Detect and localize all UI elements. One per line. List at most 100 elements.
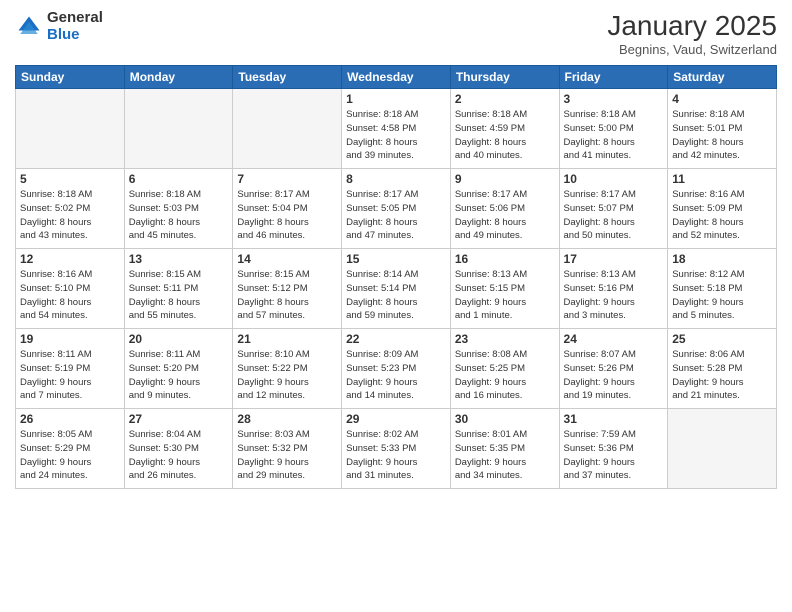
days-header-row: SundayMondayTuesdayWednesdayThursdayFrid… — [16, 66, 777, 89]
day-info: Sunrise: 8:02 AM Sunset: 5:33 PM Dayligh… — [346, 428, 446, 483]
day-info: Sunrise: 8:18 AM Sunset: 5:03 PM Dayligh… — [129, 188, 229, 243]
day-number: 3 — [564, 92, 664, 106]
calendar-cell: 29 Sunrise: 8:02 AM Sunset: 5:33 PM Dayli… — [342, 409, 451, 489]
day-of-week-header: Tuesday — [233, 66, 342, 89]
day-info: Sunrise: 8:06 AM Sunset: 5:28 PM Dayligh… — [672, 348, 772, 403]
calendar-cell: 4Sunrise: 8:18 AM Sunset: 5:01 PM Daylig… — [668, 89, 777, 169]
calendar-week-row: 12Sunrise: 8:16 AM Sunset: 5:10 PM Dayli… — [16, 249, 777, 329]
day-info: Sunrise: 8:18 AM Sunset: 4:58 PM Dayligh… — [346, 108, 446, 163]
calendar-cell: 24Sunrise: 8:07 AM Sunset: 5:26 PM Dayli… — [559, 329, 668, 409]
logo-general: General — [47, 9, 103, 26]
calendar-cell: 1Sunrise: 8:18 AM Sunset: 4:58 PM Daylig… — [342, 89, 451, 169]
day-number: 10 — [564, 172, 664, 186]
calendar-cell: 15Sunrise: 8:14 AM Sunset: 5:14 PM Dayli… — [342, 249, 451, 329]
day-number: 8 — [346, 172, 446, 186]
day-info: Sunrise: 8:13 AM Sunset: 5:16 PM Dayligh… — [564, 268, 664, 323]
page: General Blue January 2025 Begnins, Vaud,… — [0, 0, 792, 612]
day-number: 11 — [672, 172, 772, 186]
day-number: 18 — [672, 252, 772, 266]
day-number: 19 — [20, 332, 120, 346]
calendar-cell: 22 Sunrise: 8:09 AM Sunset: 5:23 PM Dayli… — [342, 329, 451, 409]
calendar-cell: 6 Sunrise: 8:18 AM Sunset: 5:03 PM Daylig… — [124, 169, 233, 249]
day-number: 6 — [129, 172, 229, 186]
day-number: 9 — [455, 172, 555, 186]
day-info: Sunrise: 8:17 AM Sunset: 5:05 PM Dayligh… — [346, 188, 446, 243]
day-number: 16 — [455, 252, 555, 266]
day-number: 22 — [346, 332, 446, 346]
day-info: Sunrise: 8:17 AM Sunset: 5:06 PM Dayligh… — [455, 188, 555, 243]
day-number: 29 — [346, 412, 446, 426]
calendar-cell: 30 Sunrise: 8:01 AM Sunset: 5:35 PM Dayli… — [450, 409, 559, 489]
calendar-cell: 14 Sunrise: 8:15 AM Sunset: 5:12 PM Dayli… — [233, 249, 342, 329]
day-number: 21 — [237, 332, 337, 346]
day-number: 24 — [564, 332, 664, 346]
logo-blue: Blue — [47, 26, 80, 43]
day-number: 12 — [20, 252, 120, 266]
day-info: Sunrise: 8:14 AM Sunset: 5:14 PM Dayligh… — [346, 268, 446, 323]
day-of-week-header: Monday — [124, 66, 233, 89]
day-info: Sunrise: 8:18 AM Sunset: 5:02 PM Dayligh… — [20, 188, 120, 243]
calendar-week-row: 5Sunrise: 8:18 AM Sunset: 5:02 PM Daylig… — [16, 169, 777, 249]
day-info: Sunrise: 8:12 AM Sunset: 5:18 PM Dayligh… — [672, 268, 772, 323]
calendar-cell — [668, 409, 777, 489]
day-info: Sunrise: 8:18 AM Sunset: 4:59 PM Dayligh… — [455, 108, 555, 163]
calendar-week-row: 19 Sunrise: 8:11 AM Sunset: 5:19 PM Dayli… — [16, 329, 777, 409]
title-block: January 2025 Begnins, Vaud, Switzerland — [607, 10, 777, 57]
day-info: Sunrise: 8:04 AM Sunset: 5:30 PM Dayligh… — [129, 428, 229, 483]
calendar-cell — [124, 89, 233, 169]
day-info: Sunrise: 8:11 AM Sunset: 5:20 PM Dayligh… — [129, 348, 229, 403]
calendar-cell: 8 Sunrise: 8:17 AM Sunset: 5:05 PM Daylig… — [342, 169, 451, 249]
calendar-cell: 27Sunrise: 8:04 AM Sunset: 5:30 PM Dayli… — [124, 409, 233, 489]
calendar-cell: 17 Sunrise: 8:13 AM Sunset: 5:16 PM Dayli… — [559, 249, 668, 329]
logo: General Blue — [15, 10, 103, 43]
day-of-week-header: Wednesday — [342, 66, 451, 89]
day-number: 14 — [237, 252, 337, 266]
calendar-cell: 23Sunrise: 8:08 AM Sunset: 5:25 PM Dayli… — [450, 329, 559, 409]
calendar-cell — [233, 89, 342, 169]
day-info: Sunrise: 8:13 AM Sunset: 5:15 PM Dayligh… — [455, 268, 555, 323]
calendar-cell: 21 Sunrise: 8:10 AM Sunset: 5:22 PM Dayli… — [233, 329, 342, 409]
header: General Blue January 2025 Begnins, Vaud,… — [15, 10, 777, 57]
day-number: 30 — [455, 412, 555, 426]
day-number: 25 — [672, 332, 772, 346]
calendar-cell: 25 Sunrise: 8:06 AM Sunset: 5:28 PM Dayli… — [668, 329, 777, 409]
day-number: 28 — [237, 412, 337, 426]
day-of-week-header: Friday — [559, 66, 668, 89]
day-number: 2 — [455, 92, 555, 106]
day-info: Sunrise: 8:09 AM Sunset: 5:23 PM Dayligh… — [346, 348, 446, 403]
calendar: SundayMondayTuesdayWednesdayThursdayFrid… — [15, 65, 777, 489]
calendar-cell: 18 Sunrise: 8:12 AM Sunset: 5:18 PM Dayli… — [668, 249, 777, 329]
calendar-cell: 16 Sunrise: 8:13 AM Sunset: 5:15 PM Dayli… — [450, 249, 559, 329]
day-info: Sunrise: 8:08 AM Sunset: 5:25 PM Dayligh… — [455, 348, 555, 403]
calendar-cell: 13 Sunrise: 8:15 AM Sunset: 5:11 PM Dayli… — [124, 249, 233, 329]
day-info: Sunrise: 8:17 AM Sunset: 5:04 PM Dayligh… — [237, 188, 337, 243]
day-info: Sunrise: 7:59 AM Sunset: 5:36 PM Dayligh… — [564, 428, 664, 483]
day-of-week-header: Sunday — [16, 66, 125, 89]
day-info: Sunrise: 8:10 AM Sunset: 5:22 PM Dayligh… — [237, 348, 337, 403]
day-info: Sunrise: 8:18 AM Sunset: 5:00 PM Dayligh… — [564, 108, 664, 163]
location: Begnins, Vaud, Switzerland — [607, 42, 777, 57]
calendar-cell: 2 Sunrise: 8:18 AM Sunset: 4:59 PM Daylig… — [450, 89, 559, 169]
day-number: 13 — [129, 252, 229, 266]
calendar-week-row: 26Sunrise: 8:05 AM Sunset: 5:29 PM Dayli… — [16, 409, 777, 489]
day-info: Sunrise: 8:15 AM Sunset: 5:12 PM Dayligh… — [237, 268, 337, 323]
calendar-cell — [16, 89, 125, 169]
day-number: 4 — [672, 92, 772, 106]
calendar-cell: 31Sunrise: 7:59 AM Sunset: 5:36 PM Dayli… — [559, 409, 668, 489]
calendar-cell: 11Sunrise: 8:16 AM Sunset: 5:09 PM Dayli… — [668, 169, 777, 249]
calendar-cell: 9 Sunrise: 8:17 AM Sunset: 5:06 PM Daylig… — [450, 169, 559, 249]
calendar-cell: 26Sunrise: 8:05 AM Sunset: 5:29 PM Dayli… — [16, 409, 125, 489]
calendar-cell: 28Sunrise: 8:03 AM Sunset: 5:32 PM Dayli… — [233, 409, 342, 489]
calendar-cell: 20 Sunrise: 8:11 AM Sunset: 5:20 PM Dayli… — [124, 329, 233, 409]
month-title: January 2025 — [607, 10, 777, 42]
day-number: 17 — [564, 252, 664, 266]
calendar-cell: 5Sunrise: 8:18 AM Sunset: 5:02 PM Daylig… — [16, 169, 125, 249]
day-number: 7 — [237, 172, 337, 186]
day-info: Sunrise: 8:11 AM Sunset: 5:19 PM Dayligh… — [20, 348, 120, 403]
calendar-cell: 12Sunrise: 8:16 AM Sunset: 5:10 PM Dayli… — [16, 249, 125, 329]
day-info: Sunrise: 8:17 AM Sunset: 5:07 PM Dayligh… — [564, 188, 664, 243]
day-info: Sunrise: 8:15 AM Sunset: 5:11 PM Dayligh… — [129, 268, 229, 323]
day-info: Sunrise: 8:01 AM Sunset: 5:35 PM Dayligh… — [455, 428, 555, 483]
calendar-cell: 10 Sunrise: 8:17 AM Sunset: 5:07 PM Dayli… — [559, 169, 668, 249]
day-number: 20 — [129, 332, 229, 346]
